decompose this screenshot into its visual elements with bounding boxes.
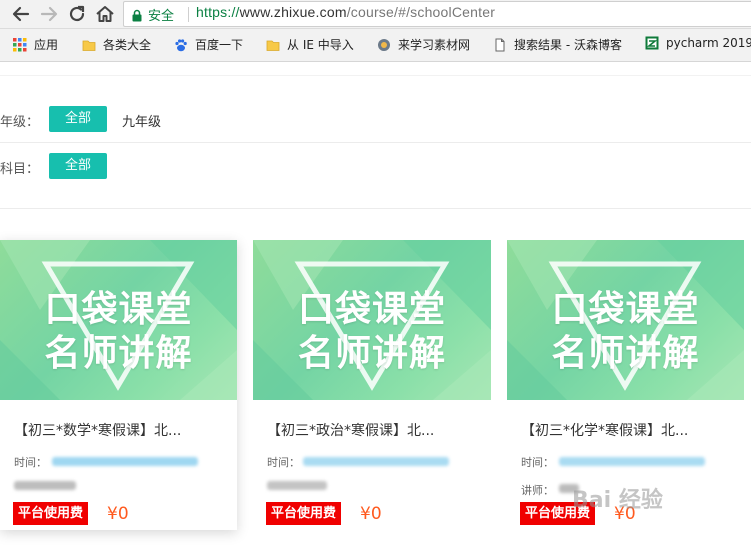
course-time-label: 时间： — [521, 456, 554, 469]
pycharm-icon — [645, 36, 659, 50]
lock-icon — [132, 9, 142, 22]
url-text[interactable]: https://www.zhixue.com/course/#/schoolCe… — [196, 4, 495, 20]
browser-toolbar: 安全 https://www.zhixue.com/course/#/schoo… — [0, 0, 751, 29]
forward-button[interactable] — [38, 3, 60, 25]
subject-filter-label: 科目： — [0, 162, 40, 177]
platform-fee-badge: 平台使用费 — [266, 502, 342, 525]
address-bar[interactable]: 安全 https://www.zhixue.com/course/#/schoo… — [123, 1, 751, 27]
course-card[interactable]: 口袋课堂 名师讲解 【初三*政治*寒假课】北... 时间： 平台使用费 ¥0 — [253, 240, 491, 530]
bookmark-baidu[interactable]: 百度一下 — [174, 36, 243, 54]
baidu-jingyan-watermark: Bai 经验 — [572, 488, 663, 513]
bookmark-label: 搜索结果 - 沃森博客 — [514, 38, 622, 52]
apps-grid-icon — [13, 38, 27, 52]
grade-option-ninth[interactable]: 九年级 — [122, 111, 161, 130]
folder-icon — [82, 38, 96, 52]
grade-option-all[interactable]: 全部 — [49, 106, 107, 132]
redacted-teacher-value — [267, 481, 327, 490]
bookmarks-bar: 应用 各类大全 百度一下 从 IE 中导入 来学习素材网 搜索结果 - 沃森博客… — [0, 29, 751, 62]
folder-icon — [266, 38, 280, 52]
bookmark-label: pycharm 2019 — [666, 36, 751, 50]
bookmark-label: 从 IE 中导入 — [287, 38, 354, 52]
course-card[interactable]: 口袋课堂 名师讲解 【初三*数学*寒假课】北... 时间： 平台使用费 ¥0 — [0, 240, 237, 530]
bookmark-folder-ie-import[interactable]: 从 IE 中导入 — [266, 36, 354, 54]
bookmark-label: 来学习素材网 — [398, 38, 471, 52]
top-divider — [0, 75, 751, 76]
omnibox-separator — [188, 7, 189, 22]
subject-option-all[interactable]: 全部 — [49, 153, 107, 179]
secure-indicator[interactable]: 安全 — [132, 5, 174, 24]
course-thumbnail: 口袋课堂 名师讲解 — [253, 240, 491, 400]
bookmark-label: 各类大全 — [103, 38, 152, 52]
page-icon — [493, 38, 507, 52]
redacted-time-value — [52, 457, 198, 466]
course-title[interactable]: 【初三*政治*寒假课】北... — [267, 420, 434, 440]
bookmark-pycharm[interactable]: pycharm 2019 — [645, 36, 751, 54]
reload-button[interactable] — [66, 3, 88, 25]
thumbnail-line-2: 名师讲解 — [551, 333, 700, 374]
bookmark-search-results[interactable]: 搜索结果 - 沃森博客 — [493, 36, 622, 54]
back-button[interactable] — [10, 3, 32, 25]
home-button[interactable] — [94, 3, 116, 25]
grade-filter-label: 年级： — [0, 115, 40, 130]
bookmark-material-site[interactable]: 来学习素材网 — [377, 36, 470, 54]
site-favicon-icon — [377, 38, 391, 52]
bookmark-apps[interactable]: 应用 — [13, 36, 58, 54]
home-icon — [96, 6, 114, 22]
bookmark-label: 百度一下 — [195, 38, 244, 52]
bookmark-folder-collections[interactable]: 各类大全 — [82, 36, 151, 54]
filter-section-bottom-divider — [0, 208, 751, 209]
course-price: ¥0 — [107, 504, 129, 524]
arrow-right-icon — [40, 6, 58, 22]
secure-label: 安全 — [148, 9, 175, 24]
course-time-label: 时间： — [14, 456, 47, 469]
platform-fee-badge: 平台使用费 — [13, 502, 89, 525]
course-thumbnail: 口袋课堂 名师讲解 — [507, 240, 744, 400]
arrow-left-icon — [12, 6, 30, 22]
course-title[interactable]: 【初三*数学*寒假课】北... — [14, 420, 181, 440]
thumbnail-line-2: 名师讲解 — [44, 333, 193, 374]
redacted-teacher-value — [14, 481, 76, 490]
thumbnail-line-2: 名师讲解 — [297, 333, 446, 374]
course-title[interactable]: 【初三*化学*寒假课】北... — [521, 420, 688, 440]
reload-icon — [69, 5, 85, 22]
url-host: www.zhixue.com — [239, 4, 347, 20]
filter-divider — [0, 142, 751, 143]
url-scheme: https:// — [196, 4, 240, 20]
course-teacher-label: 讲师： — [521, 484, 554, 497]
baidu-paw-icon — [174, 38, 188, 52]
bookmark-label: 应用 — [34, 38, 59, 52]
course-price: ¥0 — [360, 504, 382, 524]
redacted-time-value — [303, 457, 449, 466]
redacted-time-value — [559, 457, 705, 466]
course-time-label: 时间： — [267, 456, 300, 469]
url-path: /course/#/schoolCenter — [346, 4, 496, 20]
course-thumbnail: 口袋课堂 名师讲解 — [0, 240, 237, 400]
